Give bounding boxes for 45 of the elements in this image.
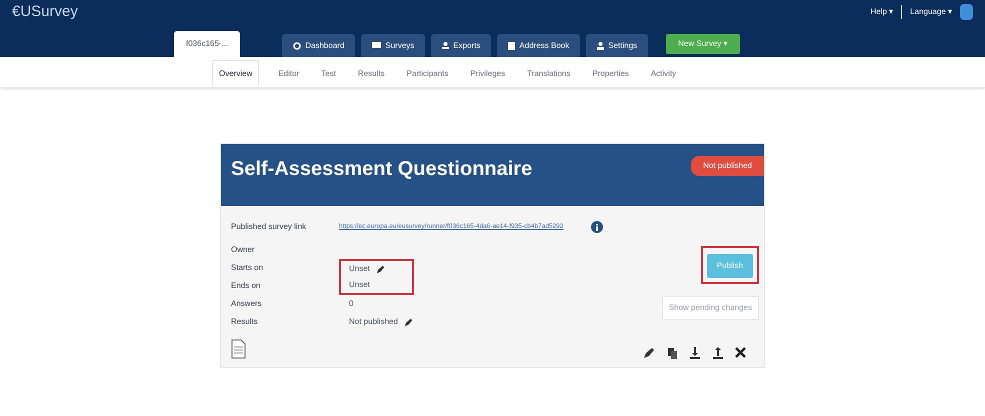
sub-tab[interactable]: Overview xyxy=(212,60,260,87)
pencil-icon[interactable] xyxy=(376,264,385,274)
field-label: Answers xyxy=(231,298,263,310)
status-badge: Not published xyxy=(691,156,764,176)
sub-tab[interactable]: Participants xyxy=(396,60,460,87)
main-tab[interactable]: Dashboard xyxy=(282,34,356,57)
field-label: Owner xyxy=(231,244,256,256)
dashboard-icon xyxy=(293,42,302,50)
sub-tab[interactable]: Translations xyxy=(516,60,582,87)
main-tab[interactable]: Address Book xyxy=(497,34,580,57)
brand-logo[interactable]: €USurvey xyxy=(12,0,78,24)
sub-tab[interactable]: Test xyxy=(310,60,347,87)
download-icon[interactable] xyxy=(689,347,701,359)
user-icon xyxy=(597,42,604,50)
field-value: Unset xyxy=(349,279,370,291)
book-icon xyxy=(508,42,516,50)
field-label: Ends on xyxy=(231,280,262,292)
sub-tab[interactable]: Results xyxy=(346,60,396,87)
close-icon[interactable] xyxy=(735,347,746,358)
main-tab[interactable]: Settings xyxy=(586,34,648,57)
nav-link[interactable]: Help ▾ xyxy=(870,6,894,18)
nav-link[interactable]: Language ▾ xyxy=(910,6,952,18)
main-tab[interactable]: Exports xyxy=(431,34,492,57)
sub-tab[interactable]: Editor xyxy=(267,60,310,87)
main-tab[interactable]: f036c165-... xyxy=(174,31,240,57)
copy-icon[interactable] xyxy=(666,347,678,359)
info-icon[interactable] xyxy=(591,221,604,233)
survey-title: Self-Assessment Questionnaire xyxy=(231,157,532,182)
field-value: Unset xyxy=(349,263,370,275)
sub-tab[interactable]: Properties xyxy=(581,60,640,87)
document-icon xyxy=(231,339,246,359)
field-label: Results xyxy=(231,316,259,328)
user-icon xyxy=(442,42,450,50)
field-label: Published survey link xyxy=(231,221,308,233)
field-value: 0 xyxy=(349,298,354,310)
sub-tab[interactable]: Privileges xyxy=(459,60,516,87)
main-tab[interactable]: Surveys xyxy=(361,34,426,57)
field-label: Starts on xyxy=(231,262,264,274)
speech-icon xyxy=(372,42,382,49)
new-survey-button[interactable]: New Survey ▾ xyxy=(666,34,740,54)
sub-tab[interactable]: Activity xyxy=(640,60,688,87)
pencil-icon[interactable] xyxy=(643,347,655,359)
pencil-icon[interactable] xyxy=(404,318,413,326)
upload-icon[interactable] xyxy=(712,347,724,359)
field-value: Not published xyxy=(349,316,398,328)
